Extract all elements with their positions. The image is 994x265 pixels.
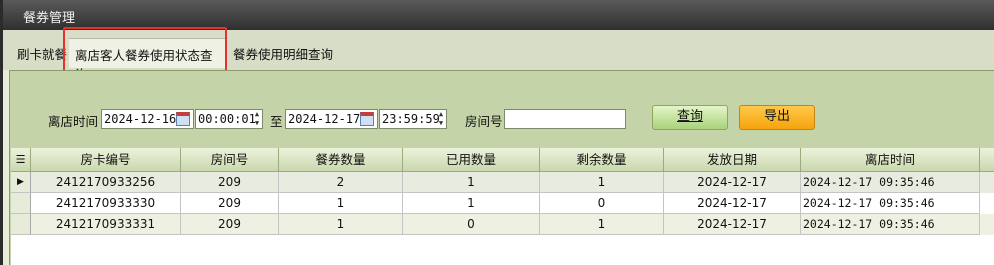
start-date-value: 2024-12-16 [104,112,177,126]
end-date-field[interactable]: 2024-12-17 [285,109,378,129]
cell-issue-date: 2024-12-17 [664,193,801,214]
tab-voucher-usage-detail[interactable]: 餐券使用明细查询 [227,38,339,68]
cell-remaining-qty: 1 [540,214,664,235]
query-panel: 离店时间 2024-12-16 00:00:01 ▲ ▼ 至 2024-12-17… [9,70,994,265]
window-title: 餐券管理 [23,11,76,26]
cell-remaining-qty: 0 [540,193,664,214]
to-label: 至 [270,114,283,129]
cell-used-qty: 1 [403,172,540,193]
tab-checkout-voucher-status[interactable]: 离店客人餐券使用状态查询 [69,38,225,82]
spinner-icon[interactable]: ▲ ▼ [252,110,262,128]
current-row-arrow-icon: ▶ [11,172,31,193]
export-button[interactable]: 导出 [739,105,815,130]
cell-card-no: 2412170933330 [31,193,181,214]
cell-issue-date: 2024-12-17 [664,214,801,235]
cell-card-no: 2412170933331 [31,214,181,235]
col-header-used-qty[interactable]: 已用数量 [403,148,540,172]
query-button[interactable]: 查询 [652,105,728,130]
table-row[interactable]: 2412170933330 209 1 1 0 2024-12-17 2024-… [11,193,994,214]
cell-used-qty: 0 [403,214,540,235]
results-grid: ☰ 房卡编号 房间号 餐券数量 已用数量 剩余数量 发放日期 离店时间 ▶ 24… [11,148,994,265]
col-header-remaining-qty[interactable]: 剩余数量 [540,148,664,172]
cell-room: 209 [181,214,279,235]
room-number-input[interactable] [504,109,626,129]
query-button-label: 查询 [676,109,703,124]
start-date-field[interactable]: 2024-12-16 [101,109,194,129]
end-date-value: 2024-12-17 [288,112,361,126]
spinner-icon[interactable]: ▲ ▼ [436,110,446,128]
col-header-filler [980,148,994,172]
cell-voucher-qty: 2 [279,172,403,193]
table-row[interactable]: 2412170933331 209 1 0 1 2024-12-17 2024-… [11,214,994,235]
cell-checkout-time: 2024-12-17 09:35:46 [801,172,980,193]
cell-room: 209 [181,193,279,214]
cell-voucher-qty: 1 [279,214,403,235]
col-header-issue-date[interactable]: 发放日期 [664,148,801,172]
checkout-time-label: 离店时间 [48,114,99,129]
cell-used-qty: 1 [403,193,540,214]
cell-room: 209 [181,172,279,193]
cell-checkout-time: 2024-12-17 09:35:46 [801,193,980,214]
col-header-checkout-time[interactable]: 离店时间 [801,148,980,172]
tab-card-dining[interactable]: 刷卡就餐 [11,38,73,68]
room-label: 房间号 [465,114,503,129]
row-indicator [11,193,31,214]
col-header-card-no[interactable]: 房卡编号 [31,148,181,172]
start-time-field[interactable]: 00:00:01 ▲ ▼ [195,109,263,129]
end-time-field[interactable]: 23:59:59 ▲ ▼ [379,109,447,129]
cell-card-no: 2412170933256 [31,172,181,193]
cell-voucher-qty: 1 [279,193,403,214]
table-row[interactable]: ▶ 2412170933256 209 2 1 1 2024-12-17 202… [11,172,994,193]
cell-remaining-qty: 1 [540,172,664,193]
row-indicator [11,214,31,235]
start-time-value: 00:00:01 [198,112,256,126]
end-time-value: 23:59:59 [382,112,440,126]
cell-checkout-time: 2024-12-17 09:35:46 [801,214,980,235]
col-header-room[interactable]: 房间号 [181,148,279,172]
cell-issue-date: 2024-12-17 [664,172,801,193]
calendar-icon[interactable] [360,112,374,126]
col-header-voucher-qty[interactable]: 餐券数量 [279,148,403,172]
list-menu-icon[interactable]: ☰ [11,148,31,172]
tab-strip: 刷卡就餐 离店客人餐券使用状态查询 餐券使用明细查询 [3,30,994,82]
title-bar: 餐券管理 [3,0,994,30]
calendar-icon[interactable] [176,112,190,126]
